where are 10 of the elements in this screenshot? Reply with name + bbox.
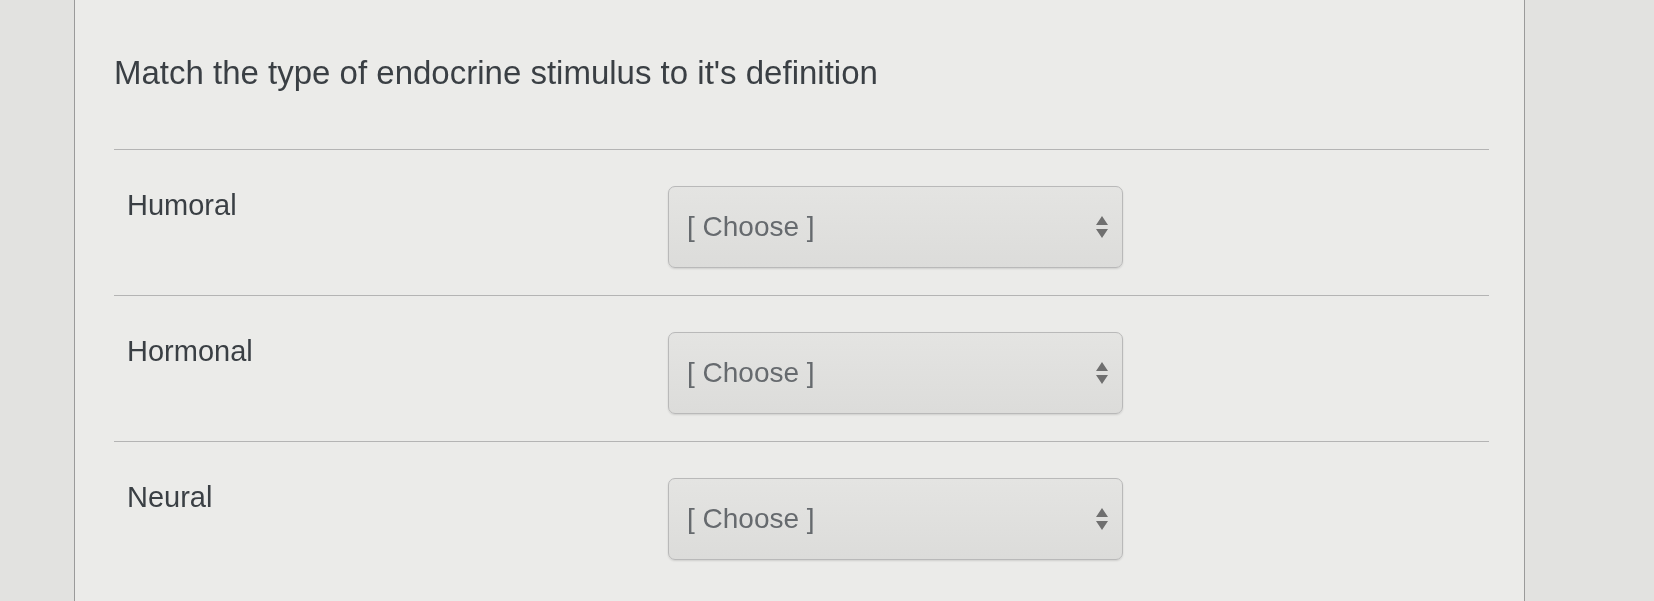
answer-dropdown[interactable]: [ Choose ] [668, 478, 1123, 560]
up-down-arrows-icon [1096, 362, 1108, 384]
answer-dropdown[interactable]: [ Choose ] [668, 332, 1123, 414]
up-down-arrows-icon [1096, 216, 1108, 238]
term-label: Hormonal [127, 334, 254, 368]
answer-dropdown[interactable]: [ Choose ] [668, 186, 1123, 268]
term-label: Neural [127, 480, 214, 514]
question-text: Match the type of endocrine stimulus to it's definition [114, 54, 878, 92]
up-down-arrows-icon [1096, 508, 1108, 530]
term-label: Humoral [127, 188, 238, 222]
